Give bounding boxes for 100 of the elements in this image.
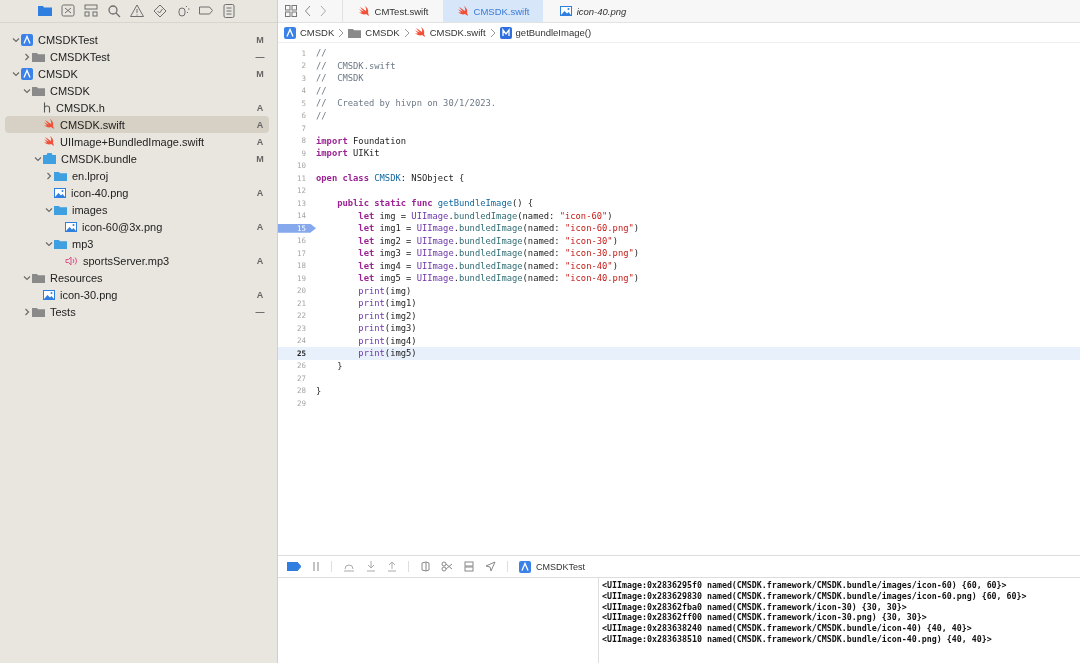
back-chevron-icon[interactable] [304,5,312,17]
swift-icon [43,136,55,147]
file-tree-item[interactable]: CMSDK M [5,65,269,82]
code-line: // CMSDK [316,73,364,84]
folder-icon[interactable] [37,3,53,19]
code-line: // CMSDK.swift [316,60,396,71]
grid-icon[interactable] [285,5,297,17]
code-line: let img2 = UIImage.bundledImage(named: "icon-30") [357,235,618,246]
location-arrow-icon[interactable] [485,561,496,572]
swift-icon [456,5,469,17]
file-tree-item[interactable]: CMSDK.h A [5,99,269,116]
warning-icon[interactable] [129,3,145,19]
file-tree-item[interactable]: CMSDKTest — [5,48,269,65]
forward-chevron-icon[interactable] [319,5,327,17]
disclosure-chevron[interactable] [33,154,42,163]
report-icon[interactable] [221,3,237,19]
swift-icon [413,27,426,38]
search-icon[interactable] [106,3,122,19]
hierarchy-icon[interactable] [83,3,99,19]
code-line: // [316,85,327,96]
console-line: <UIImage:0x283638510 named(CMSDK.framework/CMSDK.bundle/icon-40.png) {40, 40}> [602,634,993,645]
code-line: let img1 = UIImage.bundledImage(named: "icon-60.png") [357,223,640,234]
status-label: M [255,34,265,45]
code-line: } [336,360,343,371]
disclosure-chevron[interactable] [11,35,20,44]
disclosure-chevron[interactable] [11,69,20,78]
source-control-icon[interactable] [60,3,76,19]
file-tree-item[interactable]: CMSDK.bundle M [5,150,269,167]
disclosure-chevron[interactable] [22,307,31,316]
image-icon [65,221,77,232]
code-line: let img3 = UIImage.bundledImage(named: "icon-30.png") [357,248,640,259]
code-line: let img4 = UIImage.bundledImage(named: "icon-40") [357,260,618,271]
file-tree-item[interactable]: en.lproj [5,167,269,184]
code-line: print(img2) [357,310,417,321]
console-line: <UIImage:0x283638240 named(CMSDK.framework/CMSDK.bundle/icon-40) {40, 40}> [602,623,973,634]
file-tree-item[interactable]: icon-60@3x.png A [5,218,269,235]
breadcrumb-item[interactable]: CMSDK [348,27,400,38]
chevron-separator-icon [489,27,496,38]
file-tree-item[interactable]: CMSDK [5,82,269,99]
code-line: print(img4) [357,335,417,346]
pause-icon[interactable] [312,561,320,572]
memory-graph-icon[interactable] [441,561,453,572]
disclosure-chevron[interactable] [44,239,53,248]
editor-tab[interactable]: icon-40.png [543,0,643,22]
test-diamond-icon[interactable] [152,3,168,19]
status-label: A [255,255,265,266]
view-hierarchy-icon[interactable] [420,561,430,572]
breadcrumb-item[interactable]: CMSDK [284,26,335,39]
disclosure-chevron[interactable] [22,273,31,282]
disclosure-chevron[interactable] [44,205,53,214]
status-label: — [254,51,266,62]
folder-icon [54,238,67,249]
code-line: open class CMSDK: NSObject { [316,173,465,184]
status-label: A [255,289,265,300]
file-tree-item[interactable]: icon-30.png A [5,286,269,303]
folder-icon [54,204,67,215]
code-line: print(img1) [357,298,417,309]
code-line: // Created by hivpn on 30/1/2023. [316,98,497,109]
code-line: } [316,385,322,396]
file-tree-item[interactable]: CMSDKTest M [5,31,269,48]
swift-icon [357,5,370,17]
status-label: A [255,119,265,130]
file-tree-item[interactable]: UIImage+BundledImage.swift A [5,133,269,150]
disclosure-chevron[interactable] [22,52,31,61]
app-icon [21,33,33,46]
file-tree-item[interactable]: sportsServer.mp3 A [5,252,269,269]
image-icon [43,289,55,300]
scheme-label[interactable]: CMSDKTest [536,561,585,572]
breakpoints-toggle-icon[interactable] [287,562,301,571]
step-into-icon[interactable] [366,561,376,572]
disclosure-chevron[interactable] [44,171,53,180]
file-tree-item[interactable]: Resources [5,269,269,286]
file-tree-item[interactable]: images [5,201,269,218]
disclosure-chevron[interactable] [22,86,31,95]
file-tree-item[interactable]: icon-40.png A [5,184,269,201]
breadcrumb-item[interactable]: CMSDK.swift [413,27,486,38]
step-out-icon[interactable] [387,561,397,572]
console-line: <UIImage:0x283629830 named(CMSDK.framework/CMSDK.bundle/images/icon-60.png) {60, 60}> [602,590,1028,602]
breadcrumb-item[interactable]: getBundleImage() [499,26,592,39]
file-tree-item[interactable]: CMSDK.swift A [5,116,269,133]
app-icon [519,560,531,573]
folder-icon [348,27,362,38]
editor-tab[interactable]: CMTest.swift [343,0,443,22]
code-line: let img5 = UIImage.bundledImage(named: "icon-40.png") [357,273,640,284]
file-tree-item[interactable]: mp3 [5,235,269,252]
step-over-icon[interactable] [343,561,355,572]
chevron-separator-icon [338,27,345,38]
environment-icon[interactable] [464,561,474,572]
method-icon [499,26,512,39]
code-line: print(img) [357,285,412,296]
code-line: print(img5) [357,348,417,359]
app-icon [284,26,296,39]
swift-icon [43,119,55,130]
code-line: public static func getBundleImage() { [336,198,534,209]
code-line: import Foundation [316,135,407,146]
console-line: <UIImage:0x2836295f0 named(CMSDK.framework/CMSDK.bundle/images/icon-60) {60, 60}> [602,580,1008,591]
editor-tab[interactable]: CMSDK.swift [443,0,543,22]
code-line: import UIKit [316,148,380,159]
file-tree-item[interactable]: Tests — [5,303,269,320]
console-line: <UIImage:0x28362ff00 named(CMSDK.framework/icon-30.png) {30, 30}> [602,612,928,623]
